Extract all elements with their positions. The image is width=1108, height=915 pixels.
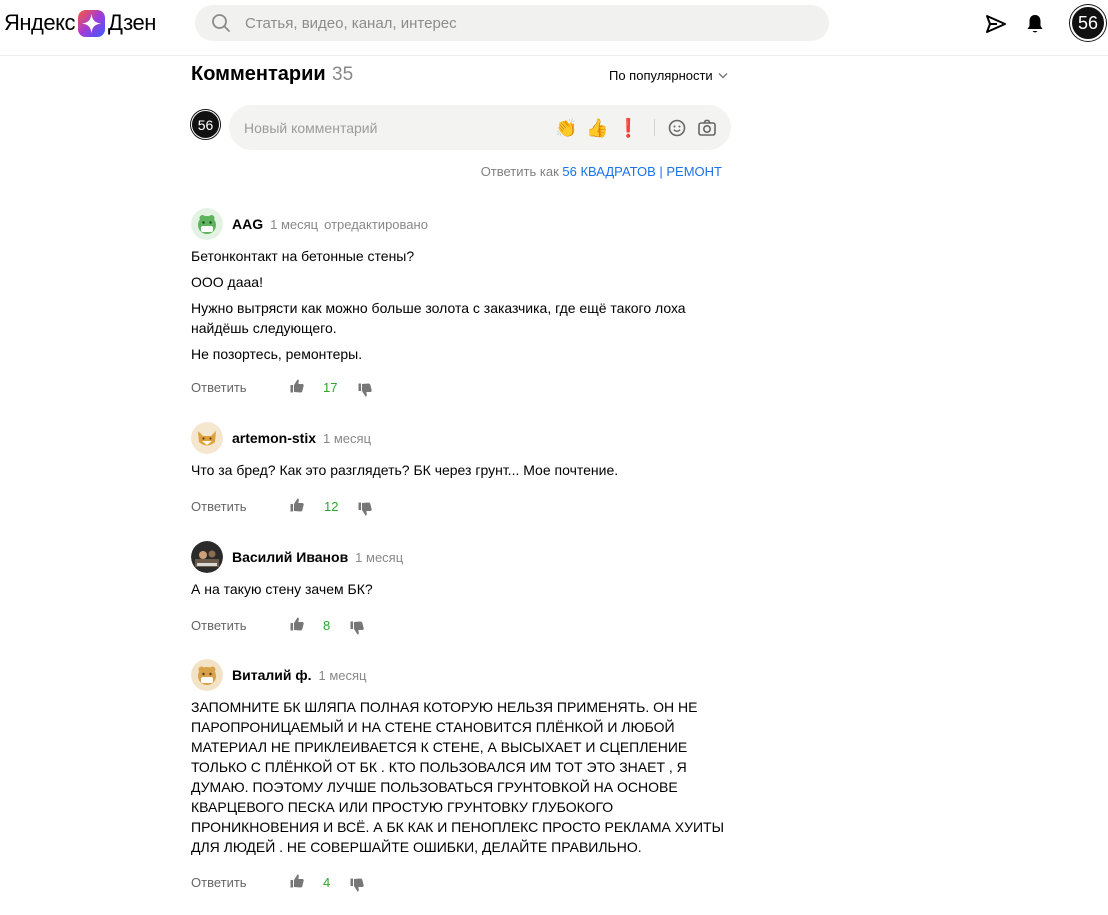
comment-header: AAG 1 месяц отредактировано [191,208,731,240]
user-avatar[interactable]: 56 [1070,5,1106,41]
new-comment-input[interactable] [244,119,544,136]
dislike-icon[interactable] [349,620,365,636]
like-count: 17 [323,380,338,395]
like-count: 12 [324,499,339,514]
logo-yandex-text: Яндекс [4,10,75,35]
sort-label: По популярности [609,68,713,83]
commenter-name[interactable]: artemon-stix [232,430,316,446]
comment-actions: Ответить 12 [191,497,731,517]
comment-time: 1 месяц [323,430,372,446]
comment-time: 1 месяц [318,667,367,683]
comment-header: Василий Иванов 1 месяц [191,541,731,573]
like-count: 8 [323,618,331,633]
camera-icon[interactable] [696,117,718,139]
my-avatar: 56 [191,110,220,139]
comments-title: Комментарии [191,63,326,85]
commenter-name[interactable]: Василий Иванов [232,549,348,565]
reply-button[interactable]: Ответить [191,875,247,890]
comment-paragraph: ООО дааа! [191,274,263,290]
bell-icon[interactable] [1023,12,1047,36]
commenter-avatar[interactable] [191,208,223,240]
reply-button[interactable]: Ответить [191,618,247,633]
commenter-avatar[interactable] [191,659,223,691]
comment-header: artemon-stix 1 месяц [191,422,731,454]
comment-edited-label: отредактировано [324,216,428,232]
comment-item: AAG 1 месяц отредактировано Бетонконтакт… [191,208,731,398]
commenter-name[interactable]: Виталий ф. [232,667,312,683]
comment-paragraph: Не позортесь, ремонтеры. [191,346,363,362]
dzen-star-icon [77,9,105,37]
comment-text: ЗАПОМНИТЕ БК ШЛЯПА ПОЛНАЯ КОТОРУЮ НЕЛЬЗЯ… [191,697,731,857]
my-avatar-label: 56 [197,116,214,133]
dislike-icon[interactable] [357,501,373,517]
comment-item: Василий Иванов 1 месяц А на такую стену … [191,541,731,636]
like-icon[interactable] [289,873,305,889]
comment-paragraph: А на такую стену зачем БК? [191,581,373,597]
comment-header: Виталий ф. 1 месяц [191,659,731,691]
search-icon [212,14,230,32]
comment-text: А на такую стену зачем БК? [191,579,731,599]
new-comment-box[interactable]: 👏 👍 ❗ [229,105,731,150]
search-bar[interactable] [195,5,829,41]
like-icon[interactable] [289,497,305,513]
reply-button[interactable]: Ответить [191,499,247,514]
like-icon[interactable] [289,378,305,394]
send-icon[interactable] [984,12,1008,36]
commenter-avatar[interactable] [191,422,223,454]
like-count: 4 [323,875,331,890]
reaction-clap-button[interactable]: 👏 [555,117,577,139]
emoji-icon[interactable] [666,117,688,139]
reply-as-line: Ответить как 56 КВАДРАТОВ | РЕМОНТ [481,164,722,179]
comment-actions: Ответить 4 [191,873,731,893]
comment-paragraph: Что за бред? Как это разглядеть? БК чере… [191,462,619,478]
top-header: Яндекс Дзен 56 [0,0,1108,56]
comment-time: 1 месяц [270,216,319,232]
commenter-avatar[interactable] [191,541,223,573]
chevron-down-icon [718,73,728,79]
reaction-thumbs-up-button[interactable]: 👍 [586,117,608,139]
search-input[interactable] [245,14,805,32]
user-avatar-label: 56 [1077,12,1099,33]
reply-as-channel-link[interactable]: 56 КВАДРАТОВ | РЕМОНТ [562,164,722,179]
comment-actions: Ответить 17 [191,378,731,398]
comment-item: artemon-stix 1 месяц Что за бред? Как эт… [191,422,731,517]
reply-as-prefix: Ответить как [480,164,559,179]
toolbar-divider [654,119,655,136]
comment-actions: Ответить 8 [191,616,731,636]
comment-paragraph: Бетонконтакт на бетонные стены? [191,248,415,264]
reply-button[interactable]: Ответить [191,380,247,395]
comment-text: Что за бред? Как это разглядеть? БК чере… [191,460,731,480]
comment-paragraph: Нужно вытрясти как можно больше золота с… [191,300,686,336]
like-icon[interactable] [289,616,305,632]
comment-item: Виталий ф. 1 месяц ЗАПОМНИТЕ БК ШЛЯПА ПО… [191,659,731,893]
sort-dropdown[interactable]: По популярности [609,68,728,83]
comment-paragraph: ЗАПОМНИТЕ БК ШЛЯПА ПОЛНАЯ КОТОРУЮ НЕЛЬЗЯ… [191,699,724,855]
comment-time: 1 месяц [355,549,404,565]
logo-dzen-text: Дзен [107,10,156,35]
commenter-name[interactable]: AAG [232,216,263,232]
dislike-icon[interactable] [349,877,365,893]
comment-text: Бетонконтакт на бетонные стены? ООО дааа… [191,246,731,364]
yandex-dzen-logo[interactable]: Яндекс Дзен [4,8,156,38]
dislike-icon[interactable] [357,382,373,398]
reaction-exclamation-button[interactable]: ❗ [617,117,639,139]
comments-count: 35 [332,64,354,85]
